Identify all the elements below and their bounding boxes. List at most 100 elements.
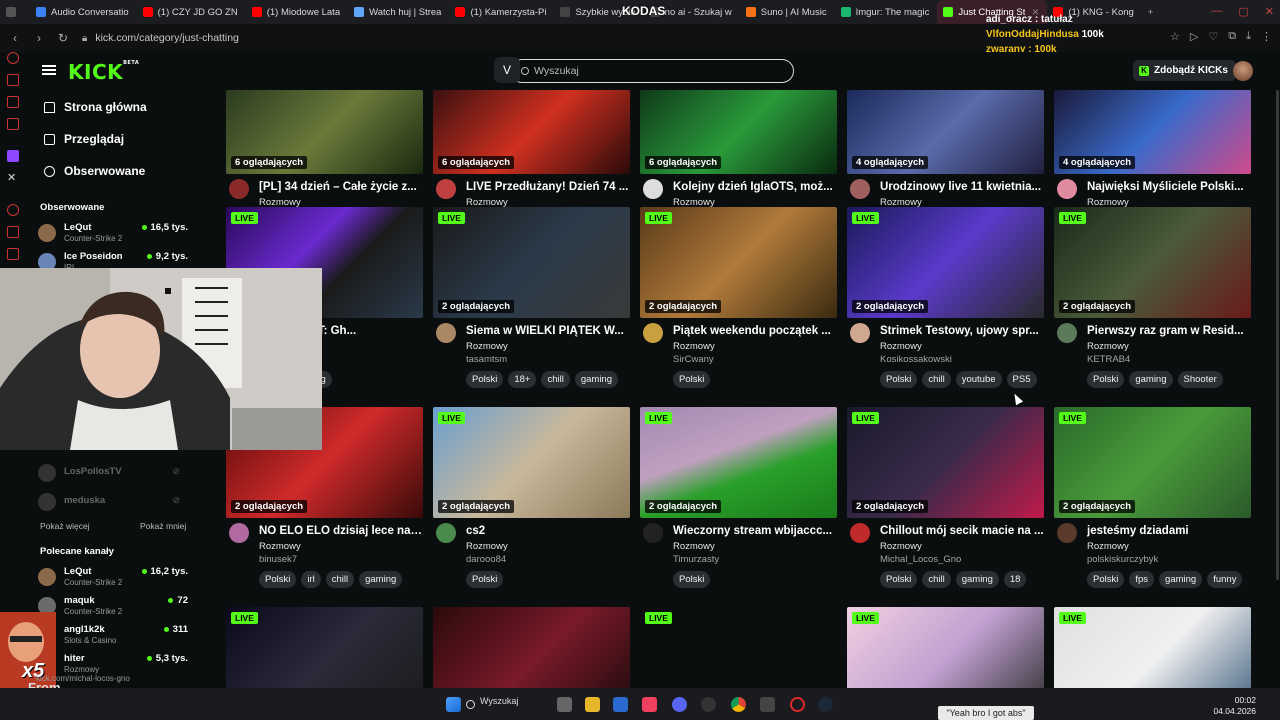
rail-icon[interactable] xyxy=(7,248,19,260)
stream-title[interactable]: [PL] 34 dzień – Całe życie z... xyxy=(259,181,423,193)
tag-chip[interactable]: chill xyxy=(541,371,570,388)
kick-logo[interactable]: KICKBETA xyxy=(68,60,139,84)
stream-thumbnail[interactable]: LIVE 2 oglądających xyxy=(847,207,1044,318)
browser-tab[interactable]: Suno | AI Music xyxy=(740,0,835,24)
app-icon[interactable] xyxy=(760,697,775,712)
stream-category[interactable]: Rozmowy xyxy=(466,541,508,552)
sidebar-item-browse[interactable]: Przeglądaj xyxy=(44,132,124,146)
stream-category[interactable]: Rozmowy xyxy=(880,541,922,552)
streamer-name[interactable]: KETRAB4 xyxy=(1087,354,1130,365)
streamer-name[interactable]: darooo84 xyxy=(466,554,506,565)
tag-chip[interactable]: Polski xyxy=(466,371,504,388)
sidebar-channel[interactable]: maquk Counter-Strike 2 72 xyxy=(38,595,188,619)
twitch-icon[interactable] xyxy=(7,150,19,162)
show-less-link[interactable]: Pokaż mniej xyxy=(140,521,186,531)
stream-thumbnail[interactable]: LIVE 2 oglądających xyxy=(847,407,1044,518)
bookmark-icon[interactable]: ☆ xyxy=(1170,30,1180,43)
stream-card[interactable]: LIVE 2 oglądających Pierwszy raz gram w Re… xyxy=(1054,207,1251,397)
stream-title[interactable]: Siema w WIELKI PIĄTEK W... xyxy=(466,325,630,337)
lock-icon[interactable]: 🔒︎ xyxy=(82,33,87,44)
stream-card[interactable]: LIVE 2 oglądających Wieczorny stream wbija… xyxy=(640,407,837,597)
forward-icon[interactable]: › xyxy=(30,31,48,45)
streamer-name[interactable]: Timurzasty xyxy=(673,554,719,565)
stream-thumbnail[interactable]: 6 oglądających xyxy=(640,90,837,174)
streamer-avatar[interactable] xyxy=(643,323,663,343)
stream-title[interactable]: Kolejny dzień IglaOTS, moż... xyxy=(673,181,837,193)
stream-category[interactable]: Rozmowy xyxy=(466,341,508,352)
stream-thumbnail[interactable]: 6 oglądających xyxy=(433,90,630,174)
stream-thumbnail[interactable]: LIVE xyxy=(226,607,423,688)
show-more-link[interactable]: Pokaż więcej xyxy=(40,521,90,531)
stream-card[interactable]: LIVE xyxy=(640,607,837,688)
stream-thumbnail[interactable]: 6 oglądających xyxy=(226,90,423,174)
stream-category[interactable]: Rozmowy xyxy=(1087,541,1129,552)
stream-card[interactable]: LIVE 2 oglądających Chillout mój secik mac… xyxy=(847,407,1044,597)
stream-card[interactable]: LIVE 2 oglądających Siema w WIELKI PIĄTEK … xyxy=(433,207,630,397)
search-icon[interactable] xyxy=(466,700,475,709)
stream-thumbnail[interactable]: LIVE 2 oglądających xyxy=(1054,207,1251,318)
tag-chip[interactable]: gaming xyxy=(1129,371,1173,388)
back-icon[interactable]: ‹ xyxy=(6,31,24,45)
discord-icon[interactable] xyxy=(672,697,687,712)
stream-category[interactable]: Rozmowy xyxy=(1087,341,1129,352)
stream-title[interactable]: Urodzinowy live 11 kwietnia... xyxy=(880,181,1044,193)
rail-icon[interactable] xyxy=(7,118,19,130)
browser-tab[interactable]: (1) Miodowe Lata xyxy=(246,0,348,24)
stream-title[interactable]: Najwięksi Myśliciele Polski... xyxy=(1087,181,1251,193)
streamer-avatar[interactable] xyxy=(643,523,663,543)
stream-card[interactable]: LIVE 2 oglądających Piątek weekendu począt… xyxy=(640,207,837,397)
streamer-name[interactable]: Michal_Locos_Gno xyxy=(880,554,961,565)
browser-menu[interactable] xyxy=(0,0,30,24)
rail-icon[interactable] xyxy=(7,74,19,86)
stream-card[interactable] xyxy=(433,607,630,688)
tag-chip[interactable]: gaming xyxy=(359,571,403,588)
streamer-name[interactable]: Kosikossakowski xyxy=(880,354,952,365)
stream-title[interactable]: Chillout mój secik macie na ... xyxy=(880,525,1044,537)
streamer-name[interactable]: polskiskurczybyk xyxy=(1087,554,1158,565)
stream-card[interactable]: LIVE xyxy=(1054,607,1251,688)
hamburger-menu-icon[interactable] xyxy=(42,65,56,75)
tag-chip[interactable]: gaming xyxy=(574,371,619,388)
chrome-icon[interactable] xyxy=(731,697,746,712)
stream-title[interactable]: NO ELO ELO dzisiaj lece na ... xyxy=(259,525,423,537)
reload-icon[interactable]: ↻ xyxy=(54,31,72,45)
menu-dots-icon[interactable]: ⋮ xyxy=(1261,30,1272,43)
streamer-avatar[interactable] xyxy=(643,179,663,199)
stream-thumbnail[interactable]: LIVE xyxy=(640,607,837,688)
close-icon[interactable]: ✕ xyxy=(1265,5,1274,18)
tag-chip[interactable]: Polski xyxy=(1087,571,1125,588)
tag-chip[interactable]: Polski xyxy=(466,571,504,588)
streamer-avatar[interactable] xyxy=(436,523,456,543)
x-icon[interactable]: ✕ xyxy=(7,172,19,184)
streamer-avatar[interactable] xyxy=(850,523,870,543)
tag-chip[interactable]: fps xyxy=(1129,571,1155,588)
page-scrollbar[interactable] xyxy=(1276,90,1279,580)
offline-channel[interactable]: LosPollosTV ⊘ xyxy=(38,462,188,486)
rail-icon[interactable] xyxy=(7,226,19,238)
stream-category[interactable]: Rozmowy xyxy=(259,541,301,552)
sidebar-channel[interactable]: LeQut Counter-Strike 2 16,5 tys. xyxy=(38,222,188,246)
stream-card[interactable]: LIVE xyxy=(847,607,1044,688)
stream-title[interactable]: Wieczorny stream wbijaccc... xyxy=(673,525,837,537)
tag-chip[interactable]: gaming xyxy=(1159,571,1203,588)
sidebar-channel[interactable]: angl1k2k Slots & Casino 311 xyxy=(38,624,188,648)
streamer-avatar[interactable] xyxy=(436,179,456,199)
stream-thumbnail[interactable]: 4 oglądających xyxy=(847,90,1044,174)
rail-icon[interactable] xyxy=(7,52,19,64)
offline-channel[interactable]: meduska ⊘ xyxy=(38,491,188,515)
tag-chip[interactable]: PS5 xyxy=(1006,371,1037,388)
tag-chip[interactable]: Polski xyxy=(673,371,711,388)
app-icon[interactable] xyxy=(701,697,716,712)
tag-chip[interactable]: Polski xyxy=(673,571,711,588)
download-icon[interactable]: ⤓ xyxy=(1246,30,1251,43)
stream-thumbnail[interactable]: LIVE 2 oglądających xyxy=(640,407,837,518)
rail-icon[interactable] xyxy=(7,204,19,216)
browser-tab[interactable]: Audio Conversatio xyxy=(30,0,137,24)
stream-title[interactable]: Strimek Testowy, ujowy spr... xyxy=(880,325,1044,337)
heart-icon[interactable]: ♡ xyxy=(1208,30,1218,43)
tag-chip[interactable]: youtube xyxy=(955,371,1002,388)
stream-thumbnail[interactable]: LIVE 2 oglądających xyxy=(1054,407,1251,518)
tag-chip[interactable]: Polski xyxy=(259,571,297,588)
browser-tab[interactable]: Imgur: The magic xyxy=(835,0,938,24)
file-explorer-icon[interactable] xyxy=(585,697,600,712)
